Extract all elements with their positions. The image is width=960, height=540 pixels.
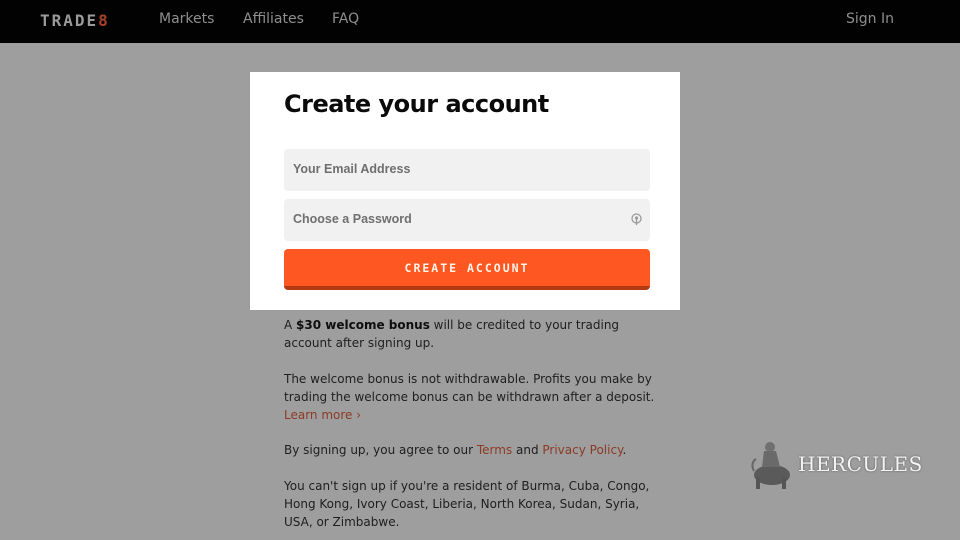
terms-and: and <box>512 443 543 457</box>
email-field[interactable]: Your Email Address <box>284 149 650 191</box>
privacy-policy-link[interactable]: Privacy Policy <box>542 443 622 457</box>
nav-markets[interactable]: Markets <box>159 11 214 27</box>
terms-suffix: . <box>622 443 627 457</box>
hercules-watermark: HERCULES <box>748 437 923 491</box>
signup-card: Create your account Your Email Address C… <box>250 72 680 310</box>
password-manager-icon[interactable] <box>631 213 642 226</box>
hercules-statue-icon <box>751 442 790 489</box>
watermark-text: HERCULES <box>798 452 923 476</box>
withdraw-notice: The welcome bonus is not withdrawable. P… <box>284 371 664 424</box>
page-title: Create your account <box>284 90 549 118</box>
restriction-notice: You can't sign up if you're a resident o… <box>284 479 650 529</box>
bonus-amount: $30 welcome bonus <box>296 318 430 332</box>
trade8-logo[interactable]: TRADE8 <box>40 11 110 30</box>
logo-accent: 8 <box>98 11 110 30</box>
bonus-prefix: A <box>284 318 297 332</box>
create-account-button[interactable]: CREATE ACCOUNT <box>284 249 650 290</box>
learn-more-link[interactable]: Learn more › <box>284 408 361 422</box>
email-placeholder: Your Email Address <box>293 162 411 176</box>
terms-notice: By signing up, you agree to our Terms an… <box>284 442 664 460</box>
nav-faq[interactable]: FAQ <box>332 11 359 27</box>
withdraw-text: The welcome bonus is not withdrawable. P… <box>284 372 655 404</box>
password-placeholder: Choose a Password <box>293 212 412 226</box>
terms-link[interactable]: Terms <box>477 443 512 457</box>
top-navigation-bar: TRADE8 Markets Affiliates FAQ Sign In <box>0 0 960 43</box>
sign-in-link[interactable]: Sign In <box>846 11 894 27</box>
logo-text: TRADE <box>40 11 99 30</box>
bonus-notice: A $30 welcome bonus will be credited to … <box>284 317 664 353</box>
password-field[interactable]: Choose a Password <box>284 199 650 241</box>
nav-affiliates[interactable]: Affiliates <box>243 11 304 27</box>
create-account-label: CREATE ACCOUNT <box>404 260 530 275</box>
terms-prefix: By signing up, you agree to our <box>284 443 477 457</box>
